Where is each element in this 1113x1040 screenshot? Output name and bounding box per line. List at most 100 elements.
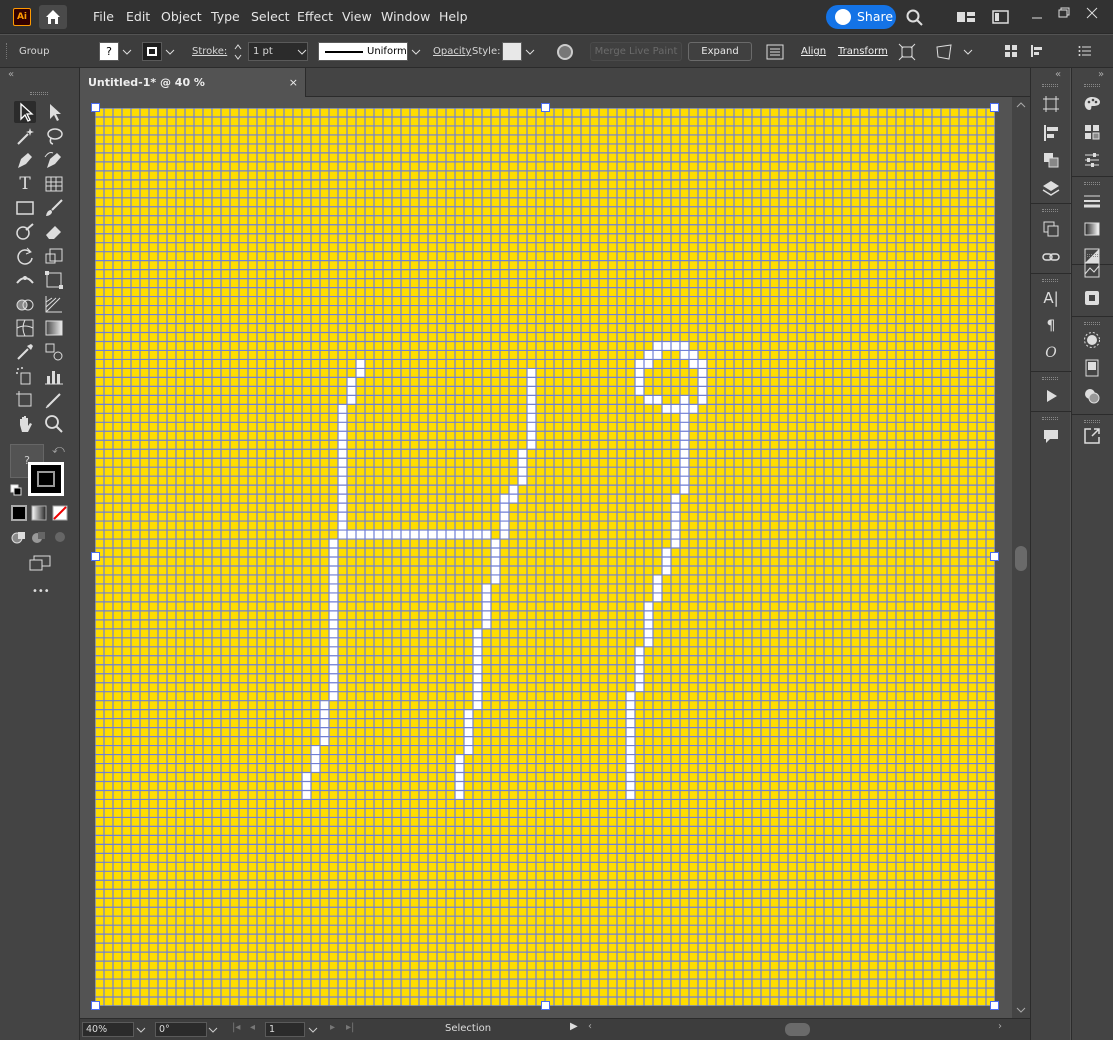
isolate-group-icon[interactable] — [898, 43, 916, 61]
menu-view[interactable]: View — [342, 9, 372, 24]
panel-group-grip[interactable] — [1042, 417, 1058, 420]
swatches-panel-button[interactable] — [1081, 122, 1103, 142]
slice-tool[interactable] — [43, 389, 65, 411]
status-menu-icon[interactable]: ▶ — [570, 1021, 578, 1032]
symbols-panel-button[interactable] — [1081, 386, 1103, 406]
previous-artboard-icon[interactable]: ◂ — [250, 1022, 255, 1033]
artboards-panel-button[interactable] — [1040, 219, 1062, 239]
eyedropper-tool[interactable] — [14, 341, 36, 363]
chevron-down-icon[interactable] — [296, 48, 308, 56]
chevron-down-icon[interactable] — [962, 48, 974, 56]
vertical-scroll-thumb[interactable] — [1015, 546, 1027, 571]
align-left-icon[interactable] — [1030, 44, 1050, 58]
minimize-icon[interactable] — [1030, 10, 1044, 24]
menu-help[interactable]: Help — [439, 9, 468, 24]
envelope-distort-icon[interactable] — [935, 43, 953, 61]
draw-inside-icon[interactable] — [52, 529, 68, 545]
stroke-swatch[interactable] — [142, 42, 162, 61]
expand-button[interactable]: Expand — [688, 42, 752, 61]
opacity-label[interactable]: Opacity — [433, 46, 471, 57]
scale-tool[interactable] — [43, 245, 65, 267]
menu-object[interactable]: Object — [161, 9, 202, 24]
column-graph-tool[interactable] — [43, 365, 65, 387]
transform-panel-button[interactable] — [1040, 94, 1062, 114]
restore-icon[interactable] — [1057, 6, 1071, 20]
arrange-icon[interactable] — [1004, 44, 1018, 58]
chevron-down-icon[interactable] — [208, 1026, 218, 1034]
zoom-tool[interactable] — [43, 413, 65, 435]
swap-fill-stroke-icon[interactable]: ⤺ — [52, 442, 65, 457]
libraries-panel-button[interactable] — [1081, 288, 1103, 308]
arrange-documents-icon[interactable] — [957, 10, 975, 24]
graphic-styles-panel-button[interactable] — [1081, 358, 1103, 378]
gradient-panel-button[interactable] — [1081, 219, 1103, 239]
workspace-switcher-icon[interactable] — [992, 10, 1010, 24]
scroll-up-icon[interactable] — [1016, 101, 1026, 109]
panel-group-grip[interactable] — [1084, 182, 1100, 185]
pathfinder-panel-button[interactable] — [1040, 150, 1062, 170]
menu-effect[interactable]: Effect — [297, 9, 333, 24]
chevron-down-icon[interactable] — [136, 1026, 146, 1034]
layers-panel-button[interactable] — [1040, 178, 1062, 198]
pen-tool[interactable] — [14, 149, 36, 171]
appearance-panel-button[interactable] — [1081, 330, 1103, 350]
align-panel-button[interactable] — [1040, 123, 1062, 143]
panel-group-grip[interactable] — [1042, 279, 1058, 282]
next-artboard-icon[interactable]: ▸ — [330, 1022, 335, 1033]
menu-file[interactable]: File — [93, 9, 114, 24]
edit-toolbar-button[interactable]: ••• — [32, 586, 50, 597]
live-paint-options-icon[interactable] — [766, 44, 784, 60]
stroke-color-box[interactable] — [28, 462, 64, 496]
search-icon[interactable] — [905, 8, 925, 26]
close-icon[interactable] — [1085, 6, 1099, 20]
artboard-tool[interactable] — [14, 389, 36, 411]
panel-group-grip[interactable] — [1084, 322, 1100, 325]
table-tool[interactable] — [43, 173, 65, 195]
none-mode-icon[interactable] — [52, 505, 68, 521]
paintbrush-tool[interactable] — [43, 197, 65, 219]
selection-handle-top-right[interactable] — [990, 103, 999, 112]
graphic-style-swatch[interactable] — [502, 42, 522, 61]
collapse-dock-icon[interactable]: » — [1098, 69, 1104, 80]
toolbar-grip[interactable] — [30, 92, 48, 95]
transform-link[interactable]: Transform — [838, 46, 888, 57]
chevron-down-icon[interactable] — [164, 48, 176, 56]
image-trace-panel-button[interactable] — [1081, 260, 1103, 280]
share-button[interactable]: Share — [826, 5, 896, 29]
menu-edit[interactable]: Edit — [126, 9, 150, 24]
lasso-tool[interactable] — [43, 125, 65, 147]
scroll-right-icon[interactable]: › — [998, 1021, 1002, 1032]
chevron-down-icon[interactable] — [524, 48, 536, 56]
links-panel-button[interactable] — [1040, 247, 1062, 267]
gradient-mode-icon[interactable] — [31, 505, 47, 521]
canvas[interactable] — [80, 97, 1012, 1018]
stroke-label[interactable]: Stroke: — [192, 46, 227, 57]
align-link[interactable]: Align — [801, 46, 826, 57]
panel-group-grip[interactable] — [1042, 84, 1058, 87]
magic-wand-tool[interactable] — [14, 125, 36, 147]
control-bar-grip[interactable] — [6, 43, 8, 59]
selection-handle-bottom[interactable] — [541, 1001, 550, 1010]
panel-group-grip[interactable] — [1042, 377, 1058, 380]
zoom-level-field[interactable]: 40% — [82, 1022, 134, 1037]
eraser-tool[interactable] — [43, 221, 65, 243]
screen-mode-icon[interactable] — [28, 554, 52, 572]
curvature-tool[interactable] — [43, 149, 65, 171]
shaper-tool[interactable] — [14, 221, 36, 243]
artboard-number-field[interactable]: 1 — [265, 1022, 305, 1037]
collapse-dock-icon[interactable]: « — [1055, 69, 1061, 80]
panel-menu-icon[interactable] — [1078, 44, 1092, 58]
comments-panel-button[interactable] — [1040, 426, 1062, 446]
selection-tool[interactable] — [14, 101, 36, 123]
type-tool[interactable]: T — [14, 173, 36, 195]
gradient-tool[interactable] — [43, 317, 65, 339]
blend-tool[interactable] — [43, 341, 65, 363]
close-tab-icon[interactable]: × — [289, 68, 298, 97]
home-button[interactable] — [39, 5, 67, 29]
asset-export-panel-button[interactable] — [1081, 426, 1103, 446]
stroke-weight-stepper-icon[interactable] — [232, 42, 244, 62]
chevron-down-icon[interactable] — [308, 1026, 318, 1034]
chevron-down-icon[interactable] — [121, 48, 133, 56]
selection-handle-right[interactable] — [990, 552, 999, 561]
menu-select[interactable]: Select — [251, 9, 290, 24]
